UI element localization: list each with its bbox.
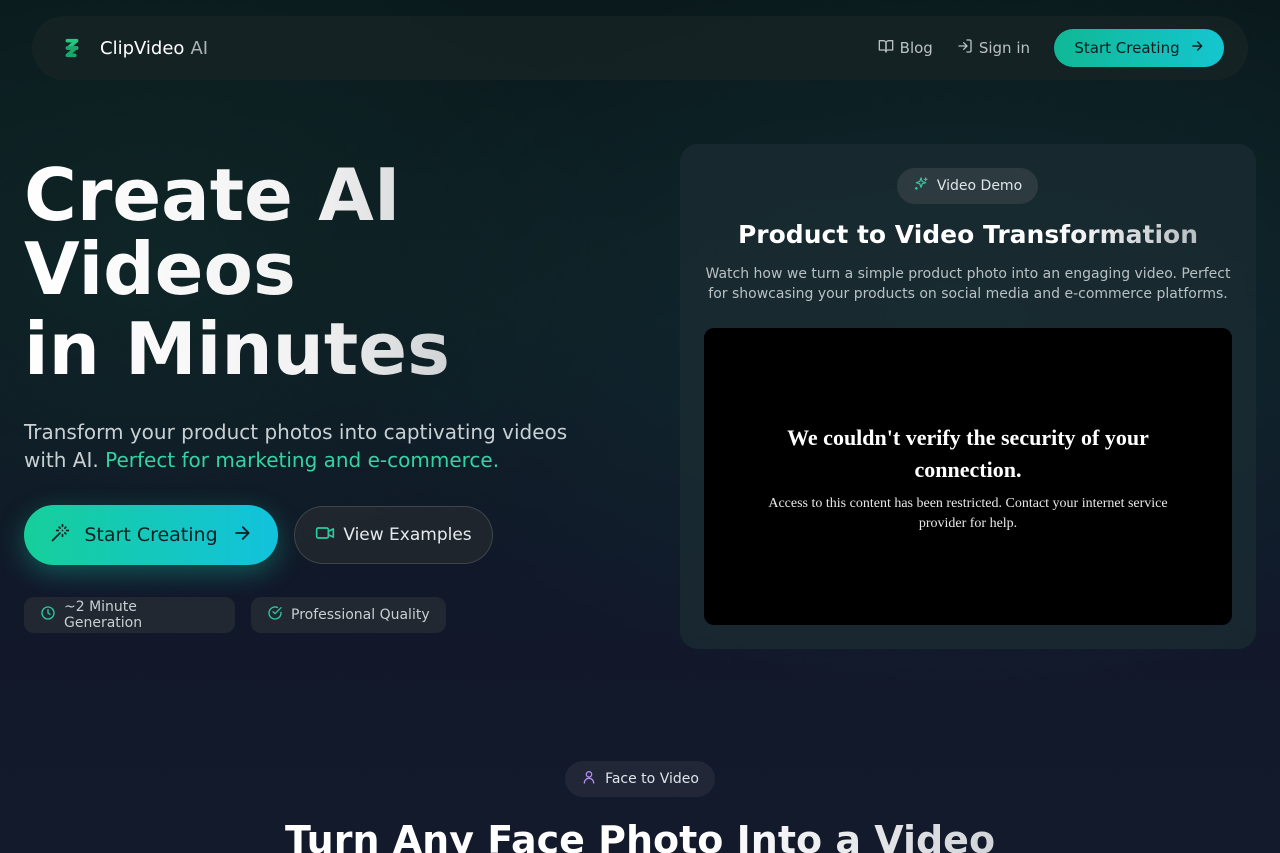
- signin-link[interactable]: Sign in: [957, 38, 1030, 58]
- blog-link[interactable]: Blog: [878, 38, 933, 58]
- sparkles-icon: [913, 176, 929, 196]
- feature-pill-generation-label: ~2 Minute Generation: [64, 599, 143, 631]
- feature-pill-generation: ~2 Minute Generation: [24, 597, 235, 633]
- hero-title-line-3: in Minutes: [24, 307, 450, 391]
- face-section-title: Turn Any Face Photo Into a Video: [0, 818, 1280, 853]
- video-demo-badge-label: Video Demo: [936, 178, 1023, 194]
- demo-video-player[interactable]: We couldn't verify the security of your …: [704, 328, 1232, 625]
- video-camera-icon: [315, 523, 335, 548]
- nav-links: Blog Sign in Start Creating: [878, 29, 1224, 67]
- hero-subtitle: Transform your product photos into capti…: [24, 418, 604, 474]
- hero-title: Create AI Videos in Minutes: [24, 158, 664, 386]
- brand-link[interactable]: ClipVideo AI: [60, 36, 208, 60]
- blog-label: Blog: [899, 39, 933, 57]
- view-examples-button[interactable]: View Examples: [294, 506, 493, 564]
- feature-pill-quality-label: Professional Quality: [291, 607, 430, 623]
- book-open-icon: [878, 38, 894, 58]
- hero-start-creating-label: Start Creating: [84, 524, 218, 546]
- top-navbar: ClipVideo AI Blog Sign in Start Creating: [32, 16, 1248, 80]
- video-error-message: Access to this content has been restrict…: [768, 496, 1168, 531]
- nav-cta-label: Start Creating: [1074, 39, 1180, 57]
- demo-title: Product to Video Transformation: [680, 220, 1256, 249]
- log-in-icon: [957, 38, 973, 58]
- demo-description: Watch how we turn a simple product photo…: [705, 266, 1231, 302]
- zigzag-logo-icon: [60, 36, 84, 60]
- feature-pill-quality: Professional Quality: [251, 597, 446, 633]
- arrow-right-icon: [232, 523, 252, 548]
- view-examples-label: View Examples: [343, 525, 472, 545]
- video-error-title: We couldn't verify the security of your …: [787, 425, 1149, 482]
- brand-suffix: AI: [190, 37, 209, 59]
- hero-title-line-1: Create AI: [24, 153, 401, 237]
- nav-start-creating-button[interactable]: Start Creating: [1054, 29, 1224, 67]
- hero-title-line-2: Videos: [24, 227, 296, 311]
- face-to-video-badge-label: Face to Video: [605, 771, 699, 787]
- video-demo-card: Video Demo Product to Video Transformati…: [680, 144, 1256, 649]
- user-icon: [581, 769, 597, 789]
- face-to-video-badge: Face to Video: [565, 761, 715, 797]
- check-circle-icon: [267, 605, 283, 625]
- hero-start-creating-button[interactable]: Start Creating: [24, 505, 278, 565]
- video-demo-badge: Video Demo: [897, 168, 1038, 204]
- magic-wand-icon: [50, 523, 70, 548]
- clock-icon: [40, 605, 56, 625]
- arrow-right-icon: [1190, 39, 1204, 57]
- signin-label: Sign in: [978, 39, 1030, 57]
- hero-subtitle-accent: Perfect for marketing and e-commerce.: [105, 448, 500, 472]
- brand-name: ClipVideo: [100, 37, 185, 59]
